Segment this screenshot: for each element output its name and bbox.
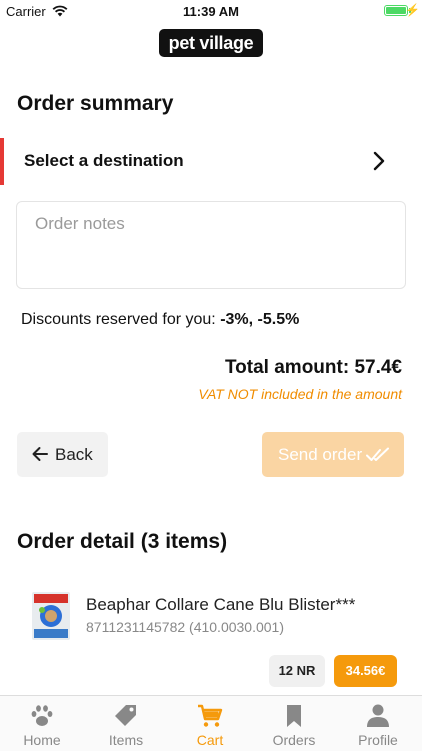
tab-home-label: Home — [23, 732, 61, 748]
send-order-label: Send order — [278, 445, 363, 464]
paw-icon — [31, 705, 53, 726]
arrow-left-icon — [32, 447, 48, 461]
tab-orders-label: Orders — [272, 732, 316, 748]
total-amount: Total amount: 57.4€ — [224, 357, 402, 378]
tab-home[interactable]: Home — [0, 696, 84, 751]
product-name: Beaphar Collare Cane Blu Blister*** — [86, 595, 356, 614]
status-bar: Carrier 11:39 AM ⚡ — [0, 0, 422, 22]
page-title: Order summary — [17, 92, 174, 115]
order-notes-input[interactable] — [16, 201, 406, 289]
chevron-right-icon — [373, 151, 385, 171]
pet-village-logo: pet village — [159, 29, 263, 57]
bookmark-icon — [287, 705, 301, 727]
discounts-text: Discounts reserved for you: -3%, -5.5% — [21, 311, 299, 329]
person-icon — [367, 704, 389, 727]
tab-profile[interactable]: Profile — [336, 696, 420, 751]
tab-items-label: Items — [108, 732, 144, 748]
tab-cart-label: Cart — [196, 732, 224, 748]
cart-icon — [198, 704, 223, 727]
charging-icon: ⚡ — [405, 3, 420, 17]
tab-orders[interactable]: Orders — [252, 696, 336, 751]
tab-cart[interactable]: Cart — [168, 696, 252, 751]
back-label: Back — [55, 445, 93, 464]
tab-profile-label: Profile — [358, 732, 398, 748]
tab-bar: Home Items Cart Orders Profile — [0, 695, 422, 751]
vat-note: VAT NOT included in the amount — [198, 386, 402, 402]
destination-label: Select a destination — [24, 151, 184, 170]
product-thumbnail — [32, 592, 70, 640]
tab-items[interactable]: Items — [84, 696, 168, 751]
price-badge: 34.56€ — [334, 655, 397, 687]
tag-icon — [115, 705, 136, 726]
product-code: 8711231145782 (410.0030.001) — [86, 619, 284, 635]
double-check-icon — [366, 447, 389, 461]
order-detail-title: Order detail (3 items) — [17, 530, 228, 553]
discounts-prefix: Discounts reserved for you: — [21, 311, 221, 328]
discounts-values: -3%, -5.5% — [220, 311, 300, 328]
back-button[interactable]: Back — [17, 432, 108, 477]
send-order-button[interactable]: Send order — [262, 432, 404, 477]
clock: 11:39 AM — [183, 4, 239, 19]
select-destination-row[interactable]: Select a destination — [0, 138, 422, 185]
quantity-badge[interactable]: 12 NR — [269, 655, 325, 687]
destination-marker — [0, 138, 4, 185]
